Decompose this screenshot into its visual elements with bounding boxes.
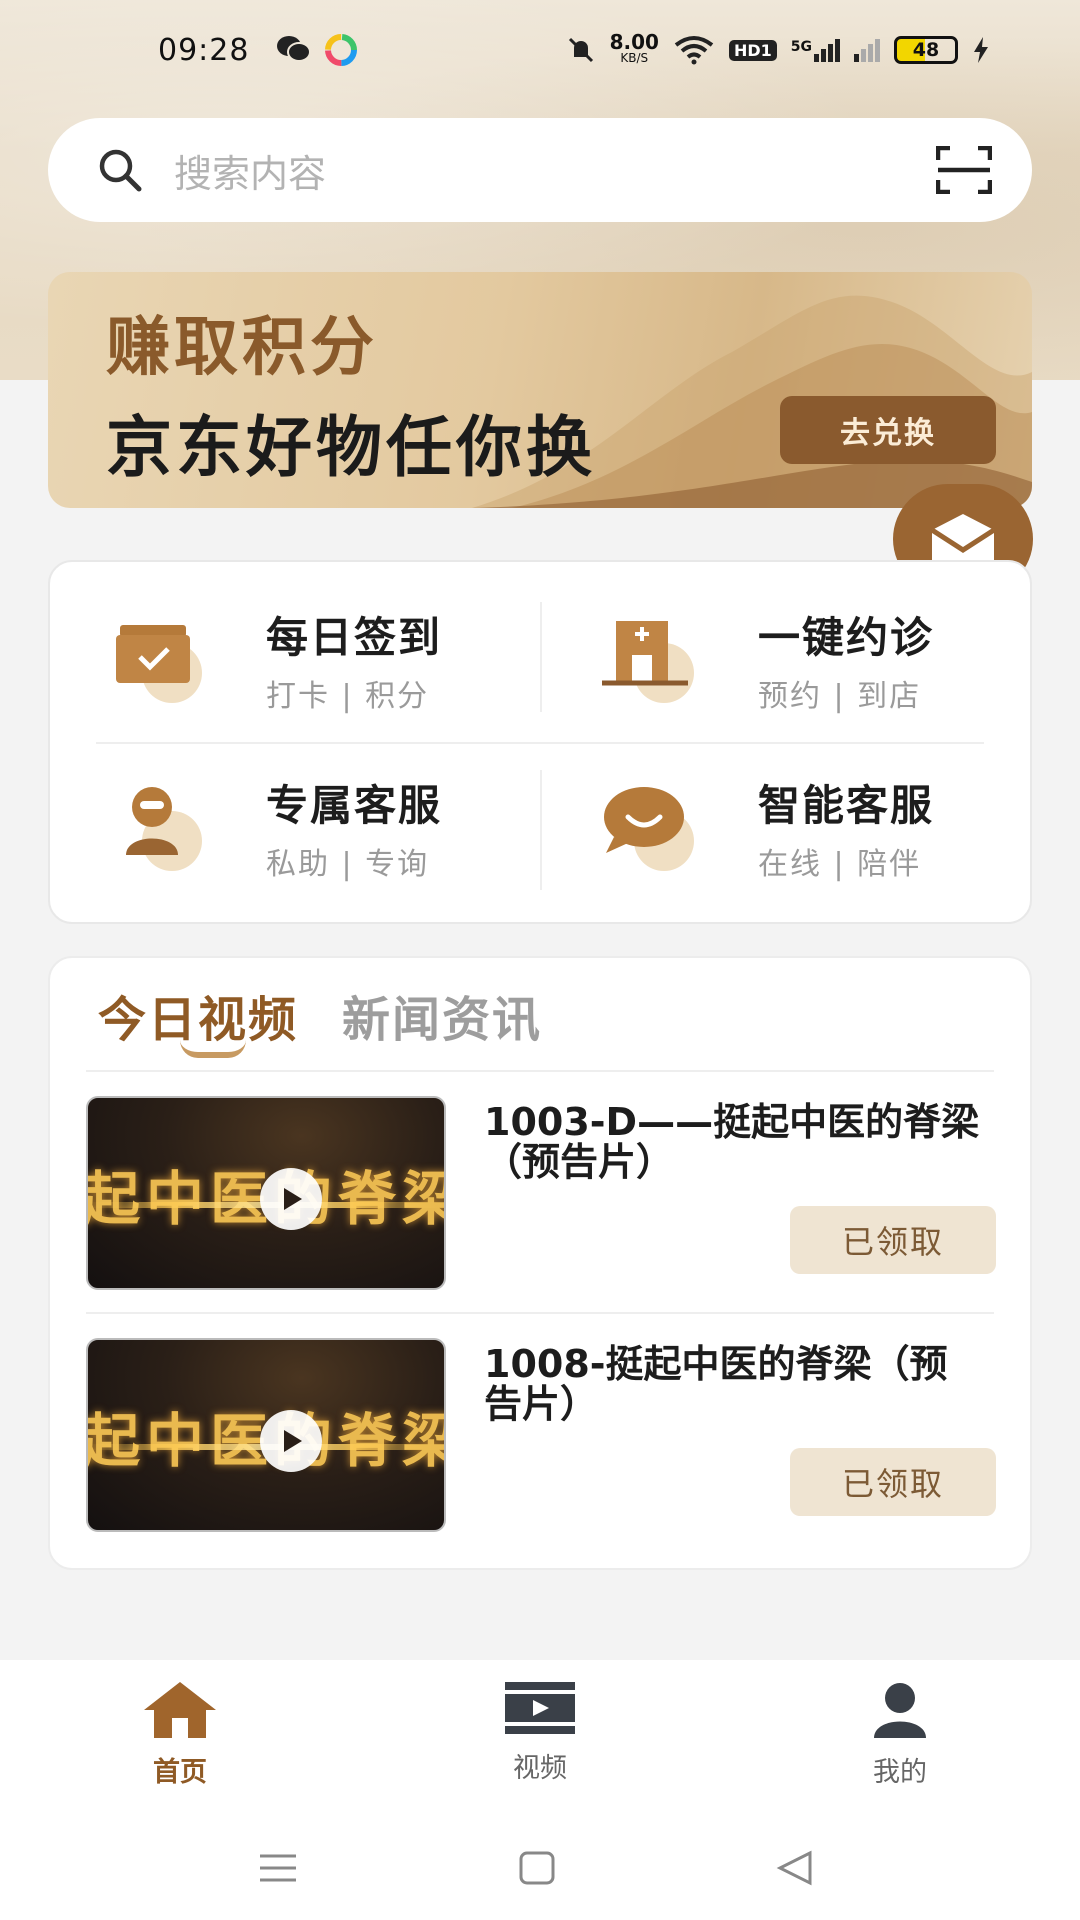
nav-video[interactable]: 视频: [470, 1680, 610, 1800]
quick-action-subtitle: 打卡 | 积分: [266, 678, 430, 714]
banner-subline: 京东好物任你换: [106, 409, 596, 486]
mute-bell-icon: [568, 37, 593, 63]
home-icon: [144, 1682, 216, 1738]
nav-home[interactable]: 首页: [110, 1680, 250, 1800]
search-icon: [99, 149, 142, 192]
net-speed-unit: KB/S: [620, 51, 649, 65]
video-thumbnail[interactable]: 起中医的脊梁: [86, 1096, 446, 1290]
quick-action-subtitle: 预约 | 到店: [758, 678, 922, 714]
video-thumbnail[interactable]: 起中医的脊梁: [86, 1338, 446, 1532]
hd-badge: HD1: [728, 39, 777, 61]
charging-icon: [974, 37, 988, 63]
search-placeholder: 搜索内容: [174, 151, 327, 196]
content-card: 今日视频 新闻资讯 起中医的脊梁 1003-D——挺起中医的脊梁（预告片） 已领…: [48, 956, 1032, 1570]
content-tabs: 今日视频 新闻资讯: [98, 980, 542, 1050]
search-bar[interactable]: 搜索内容: [48, 118, 1032, 222]
quick-action-appointment[interactable]: 一键约诊 预约 | 到店: [542, 584, 982, 734]
quick-action-title: 一键约诊: [758, 612, 935, 662]
banner-headline: 赚取积分: [106, 311, 378, 385]
clinic-icon: [602, 621, 688, 686]
nav-label: 我的: [873, 1757, 927, 1788]
status-bar: 09:28 8.00 KB/S HD1 5G 48: [0, 0, 1080, 100]
profile-icon: [874, 1683, 926, 1738]
claimed-button[interactable]: 已领取: [790, 1206, 996, 1274]
active-tab-indicator: [180, 1040, 246, 1058]
video-list-item[interactable]: 起中医的脊梁 1003-D——挺起中医的脊梁（预告片） 已领取: [86, 1096, 996, 1290]
home-square-icon[interactable]: [518, 1850, 556, 1886]
video-list-item[interactable]: 起中医的脊梁 1008-挺起中医的脊梁（预告片） 已领取: [86, 1338, 996, 1532]
grid-divider-horizontal: [96, 742, 984, 744]
points-banner[interactable]: 赚取积分 京东好物任你换 去兑换: [48, 272, 1032, 508]
quick-action-title: 专属客服: [266, 780, 443, 830]
signal-5g-icon: 5G: [791, 38, 840, 62]
claimed-button[interactable]: 已领取: [790, 1448, 996, 1516]
video-icon: [505, 1682, 575, 1734]
checkin-icon: [116, 625, 190, 683]
tabs-divider: [86, 1070, 994, 1072]
back-triangle-icon[interactable]: [776, 1850, 814, 1886]
tab-news[interactable]: 新闻资讯: [342, 980, 542, 1050]
envelope-icon: [930, 514, 996, 564]
quick-action-subtitle: 私助 | 专询: [266, 846, 430, 882]
quick-action-smart-service[interactable]: 智能客服 在线 | 陪伴: [542, 752, 982, 902]
system-navigation-bar: [0, 1820, 1080, 1920]
net-speed: 8.00: [609, 30, 659, 54]
quick-action-title: 智能客服: [758, 780, 935, 830]
status-time: 09:28: [158, 32, 250, 68]
list-divider: [86, 1312, 994, 1314]
wechat-icon: [277, 36, 312, 62]
nav-label: 视频: [513, 1753, 567, 1784]
bottom-navigation: 首页 视频 我的: [0, 1660, 1080, 1820]
quick-actions-card: 每日签到 打卡 | 积分 一键约诊 预约 | 到店 专属客服 私助 | 专询 智…: [48, 560, 1032, 924]
quick-action-subtitle: 在线 | 陪伴: [758, 846, 922, 882]
nav-label: 首页: [153, 1757, 207, 1788]
nav-profile[interactable]: 我的: [830, 1680, 970, 1800]
wifi-icon: [674, 36, 714, 65]
signal-weak-icon: [854, 38, 880, 62]
quick-action-title: 每日签到: [266, 612, 443, 662]
chat-bubble-icon: [604, 787, 684, 853]
video-title: 1008-挺起中医的脊梁（预告片）: [484, 1342, 948, 1426]
redeem-button[interactable]: 去兑换: [780, 396, 996, 464]
scan-icon[interactable]: [936, 146, 992, 194]
app-colorful-icon: [325, 34, 358, 66]
quick-action-checkin[interactable]: 每日签到 打卡 | 积分: [50, 584, 490, 734]
video-title: 1003-D——挺起中医的脊梁（预告片）: [484, 1100, 980, 1184]
play-icon[interactable]: [260, 1410, 322, 1472]
service-person-icon: [126, 787, 178, 855]
quick-action-dedicated-service[interactable]: 专属客服 私助 | 专询: [50, 752, 490, 902]
menu-icon[interactable]: [258, 1850, 298, 1886]
play-icon[interactable]: [260, 1168, 322, 1230]
battery-indicator: 48: [894, 36, 958, 64]
